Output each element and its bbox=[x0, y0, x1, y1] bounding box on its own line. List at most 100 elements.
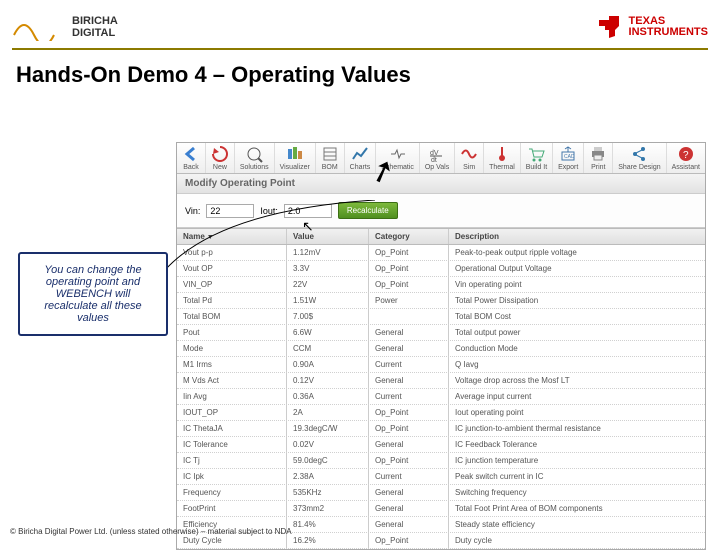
header-rule bbox=[12, 48, 708, 50]
cell-description: Iout operating point bbox=[449, 405, 705, 420]
cell-value: 1.12mV bbox=[287, 245, 369, 260]
webench-window: Back New Solutions Visualizer BOM Charts… bbox=[176, 142, 706, 550]
cell-description: IC junction temperature bbox=[449, 453, 705, 468]
cell-name: Total Pd bbox=[177, 293, 287, 308]
cell-category: General bbox=[369, 373, 449, 388]
thermal-icon bbox=[493, 145, 511, 163]
panel-title: Modify Operating Point bbox=[177, 174, 705, 194]
tool-charts[interactable]: Charts bbox=[345, 143, 377, 173]
sim-icon bbox=[460, 145, 478, 163]
tool-thermal[interactable]: Thermal bbox=[484, 143, 521, 173]
col-value[interactable]: Value bbox=[287, 229, 369, 244]
cell-description: Conduction Mode bbox=[449, 341, 705, 356]
table-row: FootPrint373mm2GeneralTotal Foot Print A… bbox=[177, 501, 705, 517]
tool-schematic[interactable]: Schematic bbox=[376, 143, 420, 173]
tool-back[interactable]: Back bbox=[177, 143, 206, 173]
table-row: Total BOM7.00$ Total BOM Cost bbox=[177, 309, 705, 325]
tool-solutions[interactable]: Solutions bbox=[235, 143, 275, 173]
tool-export[interactable]: CADExport bbox=[553, 143, 584, 173]
toolbar: Back New Solutions Visualizer BOM Charts… bbox=[177, 143, 705, 174]
sort-down-icon: ▼ bbox=[207, 234, 214, 241]
col-category[interactable]: Category bbox=[369, 229, 449, 244]
cell-name: Vout OP bbox=[177, 261, 287, 276]
charts-icon bbox=[351, 145, 369, 163]
new-icon bbox=[211, 145, 229, 163]
cell-description: Total BOM Cost bbox=[449, 309, 705, 324]
cell-value: 81.4% bbox=[287, 517, 369, 532]
tool-sim[interactable]: Sim bbox=[455, 143, 484, 173]
ti-chip-icon bbox=[595, 12, 625, 42]
cell-description: Switching frequency bbox=[449, 485, 705, 500]
cell-value: 22V bbox=[287, 277, 369, 292]
table-row: Vout OP3.3VOp_PointOperational Output Vo… bbox=[177, 261, 705, 277]
cell-value: 0.02V bbox=[287, 437, 369, 452]
cell-category bbox=[369, 309, 449, 324]
cell-value: 7.00$ bbox=[287, 309, 369, 324]
biricha-line1: BIRICHA bbox=[72, 15, 118, 27]
cell-name: Vout p-p bbox=[177, 245, 287, 260]
tool-buildit[interactable]: Build It bbox=[521, 143, 553, 173]
col-description[interactable]: Description bbox=[449, 229, 705, 244]
copyright-footer: © Biricha Digital Power Ltd. (unless sta… bbox=[10, 527, 292, 536]
cell-value: 19.3degC/W bbox=[287, 421, 369, 436]
tool-new[interactable]: New bbox=[206, 143, 235, 173]
tool-print[interactable]: Print bbox=[584, 143, 613, 173]
cell-value: 1.51W bbox=[287, 293, 369, 308]
cell-description: Vin operating point bbox=[449, 277, 705, 292]
tool-visualizer[interactable]: Visualizer bbox=[275, 143, 316, 173]
table-row: Pout6.6WGeneralTotal output power bbox=[177, 325, 705, 341]
cell-description: Peak-to-peak output ripple voltage bbox=[449, 245, 705, 260]
tool-share[interactable]: Share Design bbox=[613, 143, 666, 173]
cell-value: 535KHz bbox=[287, 485, 369, 500]
cell-description: Average input current bbox=[449, 389, 705, 404]
cell-description: Operational Output Voltage bbox=[449, 261, 705, 276]
cell-value: 16.2% bbox=[287, 533, 369, 548]
svg-text:?: ? bbox=[683, 150, 689, 161]
cell-description: Duty cycle bbox=[449, 533, 705, 548]
ti-line2: INSTRUMENTS bbox=[629, 27, 708, 38]
cell-description: IC Feedback Tolerance bbox=[449, 437, 705, 452]
slide-header: BIRICHA DIGITAL TEXAS INSTRUMENTS bbox=[0, 0, 720, 48]
table-header: Name▼ Value Category Description bbox=[177, 228, 705, 245]
cell-value: CCM bbox=[287, 341, 369, 356]
print-icon bbox=[589, 145, 607, 163]
table-row: IOUT_OP2AOp_PointIout operating point bbox=[177, 405, 705, 421]
cart-icon bbox=[527, 145, 545, 163]
cell-name: Total BOM bbox=[177, 309, 287, 324]
cell-name: Pout bbox=[177, 325, 287, 340]
iout-input[interactable] bbox=[284, 204, 332, 218]
cell-name: FootPrint bbox=[177, 501, 287, 516]
vin-label: Vin: bbox=[185, 206, 200, 216]
cell-category: General bbox=[369, 501, 449, 516]
col-name[interactable]: Name▼ bbox=[177, 229, 287, 244]
callout-box: You can change the operating point and W… bbox=[18, 252, 168, 336]
cell-value: 2A bbox=[287, 405, 369, 420]
cell-name: Frequency bbox=[177, 485, 287, 500]
help-icon: ? bbox=[677, 145, 695, 163]
recalculate-button[interactable]: Recalculate bbox=[338, 202, 398, 219]
cell-value: 6.6W bbox=[287, 325, 369, 340]
table-row: M Vds Act0.12VGeneralVoltage drop across… bbox=[177, 373, 705, 389]
cell-category: Op_Point bbox=[369, 245, 449, 260]
ti-logo: TEXAS INSTRUMENTS bbox=[595, 12, 708, 42]
cell-name: IC Tolerance bbox=[177, 437, 287, 452]
cell-category: Op_Point bbox=[369, 261, 449, 276]
tool-bom[interactable]: BOM bbox=[316, 143, 345, 173]
table-row: Iin Avg0.36ACurrentAverage input current bbox=[177, 389, 705, 405]
cell-name: IC Ipk bbox=[177, 469, 287, 484]
cell-name: M Vds Act bbox=[177, 373, 287, 388]
cell-value: 59.0degC bbox=[287, 453, 369, 468]
table-row: Total Pd1.51WPowerTotal Power Dissipatio… bbox=[177, 293, 705, 309]
table-row: Frequency535KHzGeneralSwitching frequenc… bbox=[177, 485, 705, 501]
cell-name: M1 Irms bbox=[177, 357, 287, 372]
cell-value: 2.38A bbox=[287, 469, 369, 484]
tool-opvals[interactable]: dVdtOp Vals bbox=[420, 143, 455, 173]
cell-category: Op_Point bbox=[369, 277, 449, 292]
svg-text:CAD: CAD bbox=[564, 154, 575, 160]
table-row: IC ThetaJA19.3degC/WOp_PointIC junction-… bbox=[177, 421, 705, 437]
vin-input[interactable] bbox=[206, 204, 254, 218]
table-row: IC Tj59.0degCOp_PointIC junction tempera… bbox=[177, 453, 705, 469]
cell-name: VIN_OP bbox=[177, 277, 287, 292]
cell-name: IC ThetaJA bbox=[177, 421, 287, 436]
tool-assistant[interactable]: ?Assistant bbox=[667, 143, 705, 173]
